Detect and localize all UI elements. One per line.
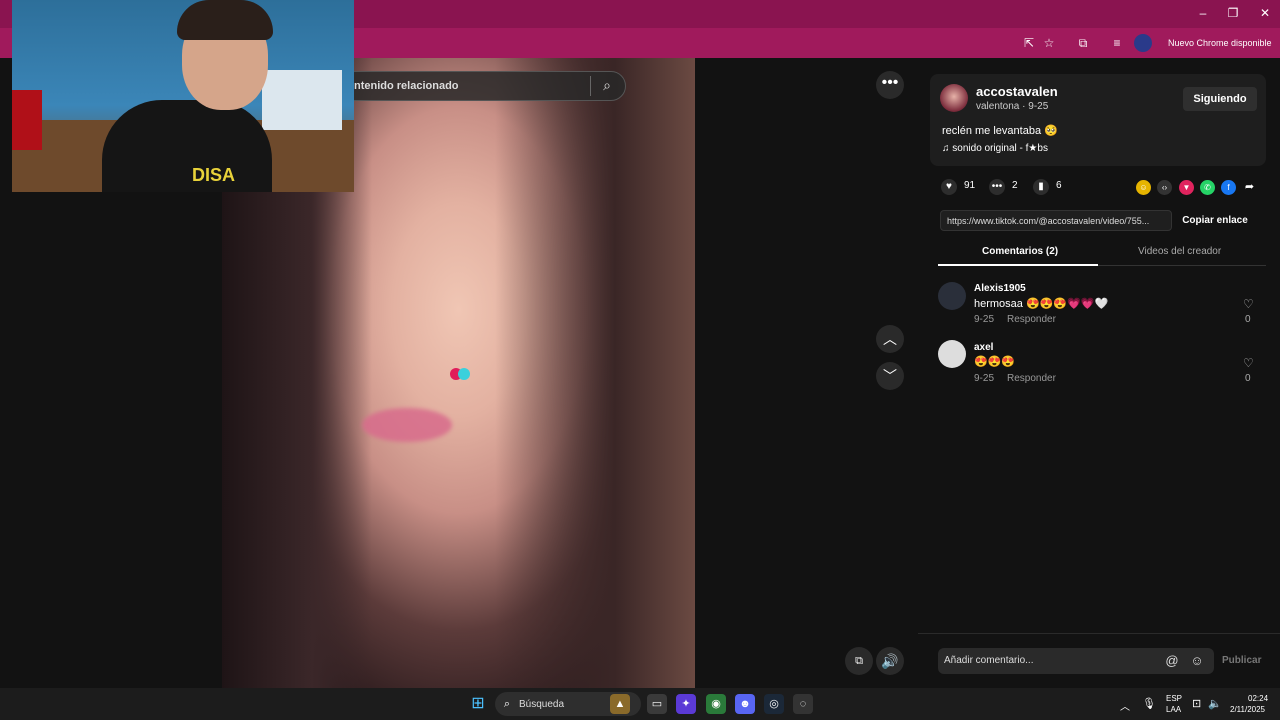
language-code[interactable]: ESP xyxy=(1166,694,1182,703)
windows-start-icon[interactable]: ⊞ xyxy=(468,694,488,714)
steam-icon[interactable]: ◎ xyxy=(764,694,784,714)
webcam-person xyxy=(102,100,272,192)
related-search-placeholder: ntenido relacionado xyxy=(354,80,459,92)
chrome-update-button[interactable]: Nuevo Chrome disponible ⋮ xyxy=(1160,33,1280,68)
send-icon[interactable]: ▼ xyxy=(1179,180,1194,195)
publish-button[interactable]: Publicar xyxy=(1222,655,1261,666)
bookmark-icon[interactable]: ▮ xyxy=(1033,179,1049,195)
chrome-icon[interactable]: ◉ xyxy=(706,694,726,714)
chevron-down-icon[interactable]: ﹀ xyxy=(876,362,904,390)
likes-count: 91 xyxy=(964,180,976,191)
webcam-window xyxy=(262,70,342,130)
comment-icon[interactable]: ••• xyxy=(989,179,1005,195)
video-frame-detail xyxy=(362,408,452,442)
emoji-icon[interactable]: ☺ xyxy=(1189,653,1205,669)
comment-text: hermosaa 😍😍😍💗💗🤍 xyxy=(974,298,1109,310)
clock-time[interactable]: 02:24 xyxy=(1248,694,1268,703)
mention-icon[interactable]: @ xyxy=(1164,653,1180,669)
post-link-field[interactable]: https://www.tiktok.com/@accostavalen/vid… xyxy=(940,210,1172,231)
webcam-overlay: DISA xyxy=(12,0,354,192)
webcam-shirt-text: DISA xyxy=(192,165,236,185)
task-view-icon[interactable]: ▭ xyxy=(647,694,667,714)
comment-heart-icon[interactable]: ♡ xyxy=(1243,356,1254,370)
search-divider xyxy=(590,76,591,96)
chevron-up-icon[interactable]: ︿ xyxy=(876,325,904,353)
post-subtitle: valentona · 9-25 xyxy=(976,101,1049,112)
comment-avatar[interactable] xyxy=(938,340,966,368)
minimize-icon[interactable]: – xyxy=(1188,6,1218,20)
extensions-icon[interactable]: ⧉ xyxy=(1074,34,1092,52)
taskbar-search-label: Búsqueda xyxy=(519,699,565,710)
maximize-icon[interactable]: ❐ xyxy=(1218,6,1248,20)
sound-label: sonido original - f★bs xyxy=(952,143,1048,154)
comment-heart-icon[interactable]: ♡ xyxy=(1243,297,1254,311)
tab-creator-videos[interactable]: Videos del creador xyxy=(1138,246,1221,257)
tab-divider xyxy=(1098,265,1266,266)
app-icon[interactable]: ◌ xyxy=(793,694,813,714)
share-arrow-icon[interactable]: ➦ xyxy=(1242,180,1257,195)
reply-button[interactable]: Responder xyxy=(1007,373,1056,384)
widget-icon[interactable]: ▲ xyxy=(610,694,630,714)
post-username[interactable]: accostavalen xyxy=(976,84,1058,99)
speaker-icon[interactable]: 🔈 xyxy=(1208,697,1222,710)
discord-icon[interactable]: ☻ xyxy=(735,694,755,714)
comment-username[interactable]: axel xyxy=(974,342,993,353)
embed-icon[interactable]: ‹› xyxy=(1157,180,1172,195)
saves-count: 6 xyxy=(1056,180,1062,191)
search-icon[interactable]: ⌕ xyxy=(598,77,616,95)
comment-date: 9-25 xyxy=(974,373,995,384)
media-icon[interactable]: ≡ xyxy=(1108,34,1126,52)
volume-icon[interactable]: 🔊 xyxy=(876,647,904,675)
avatar[interactable] xyxy=(940,84,968,112)
clock-date[interactable]: 2/11/2025 xyxy=(1230,705,1265,714)
more-options-button[interactable]: ••• xyxy=(876,71,904,99)
chevron-up-icon[interactable]: ︿ xyxy=(1120,698,1130,713)
comment-text: 😍😍😍 xyxy=(974,356,1016,368)
mini-player-icon[interactable]: ⧉ xyxy=(845,647,873,675)
language-layout[interactable]: LAA xyxy=(1166,705,1181,714)
comment-like-count: 0 xyxy=(1245,314,1251,325)
post-caption: reclén me levantaba 🥺 xyxy=(942,125,1058,137)
comment-bar-divider xyxy=(918,633,1280,634)
follow-button[interactable]: Siguiendo xyxy=(1183,87,1257,111)
copilot-icon[interactable]: ✦ xyxy=(676,694,696,714)
reply-button[interactable]: Responder xyxy=(1007,314,1056,325)
active-tab-indicator xyxy=(938,264,1098,266)
loading-dot-cyan xyxy=(458,368,470,380)
webcam-light xyxy=(12,90,42,150)
tab-comments[interactable]: Comentarios (2) xyxy=(982,246,1058,257)
comment-like-count: 0 xyxy=(1245,373,1251,384)
close-icon[interactable]: ✕ xyxy=(1250,6,1280,20)
install-icon[interactable]: ⇱ xyxy=(1020,34,1038,52)
comments-count: 2 xyxy=(1012,180,1018,191)
video-frame-right xyxy=(495,58,695,688)
profile-avatar-icon[interactable] xyxy=(1134,34,1152,52)
network-icon[interactable]: ⊡ xyxy=(1192,697,1201,710)
repost-icon[interactable]: ☺ xyxy=(1136,180,1151,195)
post-sound[interactable]: ♫ sonido original - f★bs xyxy=(942,143,1048,154)
microphone-icon[interactable]: 🎙 xyxy=(1142,697,1156,710)
comment-date: 9-25 xyxy=(974,314,995,325)
comment-avatar[interactable] xyxy=(938,282,966,310)
whatsapp-icon[interactable]: ✆ xyxy=(1200,180,1215,195)
facebook-icon[interactable]: f xyxy=(1221,180,1236,195)
search-icon: ⌕ xyxy=(503,698,511,710)
copy-link-button[interactable]: Copiar enlace xyxy=(1172,210,1258,231)
webcam-hair xyxy=(177,0,273,40)
bookmark-star-icon[interactable]: ☆ xyxy=(1040,34,1058,52)
heart-icon[interactable]: ♥ xyxy=(941,179,957,195)
music-note-icon: ♫ xyxy=(942,143,950,154)
comment-username[interactable]: Alexis1905 xyxy=(974,283,1026,294)
